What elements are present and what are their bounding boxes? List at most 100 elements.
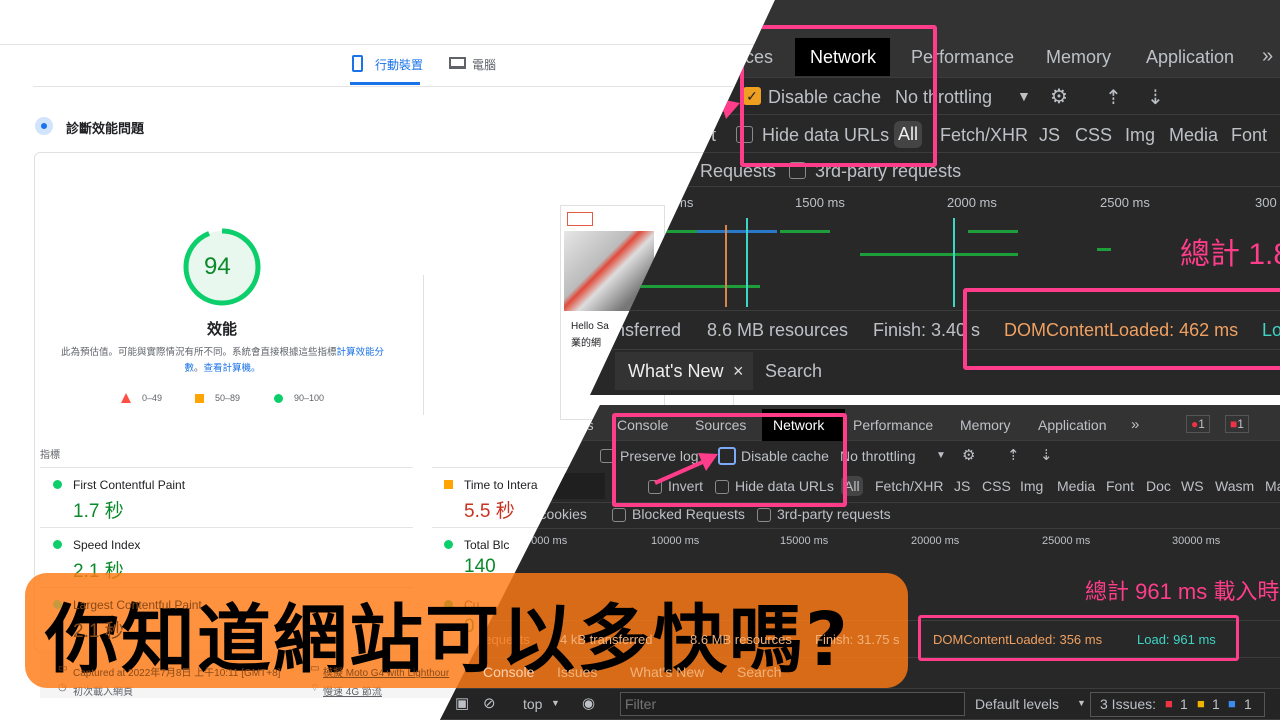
- issue-count: 1: [1237, 417, 1244, 431]
- tab-performance[interactable]: Performance: [853, 417, 933, 433]
- issues-label: 3 Issues:: [1100, 696, 1157, 712]
- metric-tti-value: 5.5 秒: [464, 501, 515, 522]
- good-icon: [444, 540, 453, 549]
- device-emulation[interactable]: 模擬 Moto G4 with Lighthour: [323, 664, 449, 679]
- filter-manifest[interactable]: Ma: [1265, 478, 1280, 494]
- status-resources: 8.6 MB resources: [707, 320, 849, 340]
- sidebar-toggle-icon[interactable]: ▣: [455, 694, 469, 712]
- eye-icon[interactable]: ◉: [582, 694, 595, 712]
- filter-js[interactable]: JS: [954, 478, 970, 494]
- network-conditions-icon[interactable]: ⚙: [962, 446, 975, 464]
- filter-img[interactable]: Img: [1125, 125, 1155, 146]
- blocked-requests-checkbox[interactable]: [612, 508, 626, 522]
- score-value: 94: [204, 253, 231, 280]
- laptop-icon: [449, 57, 466, 69]
- filter-font[interactable]: Font: [1106, 478, 1134, 494]
- active-tab-indicator: [350, 82, 420, 85]
- highlight-box: [612, 413, 847, 507]
- filter-css[interactable]: CSS: [982, 478, 1011, 494]
- log-levels-select[interactable]: Default levels: [975, 696, 1059, 712]
- pass-circle-icon: [274, 394, 283, 403]
- tab-application[interactable]: Application: [1146, 47, 1234, 68]
- filter-media[interactable]: Media: [1057, 478, 1095, 494]
- filter-css[interactable]: CSS: [1075, 125, 1112, 146]
- drawer-tab-search[interactable]: Search: [765, 361, 822, 382]
- tab-memory[interactable]: Memory: [1046, 47, 1111, 68]
- drawer-tab-console[interactable]: Console: [483, 664, 534, 680]
- drawer-tab-whats-new[interactable]: What's New: [628, 361, 723, 382]
- upload-icon[interactable]: ⇡: [1105, 85, 1122, 110]
- chevron-down-icon: ▼: [1017, 88, 1031, 104]
- metric-lcp-value: 2.1 秒: [73, 621, 124, 642]
- status-transferred: nsferred: [615, 320, 682, 340]
- metric-fcp-name: First Contentful Paint: [73, 478, 186, 492]
- filter-font[interactable]: Font: [1231, 125, 1267, 146]
- filter-doc[interactable]: Doc: [1146, 478, 1171, 494]
- drawer-tab-issues[interactable]: Issues: [557, 664, 597, 680]
- third-party-label: 3rd-party requests: [777, 506, 891, 522]
- average-square-icon: [195, 394, 204, 403]
- download-icon[interactable]: ⇣: [1147, 85, 1164, 110]
- legend-average: 50–89: [215, 393, 241, 403]
- tab-application[interactable]: Application: [1038, 417, 1107, 433]
- divider: [423, 275, 424, 415]
- calculator-link[interactable]: 查看計算機。: [204, 363, 261, 374]
- tick-label: 2000 ms: [947, 195, 997, 210]
- chevron-down-icon: ▼: [551, 698, 560, 708]
- metric-fcp-value: 1.7 秒: [73, 501, 124, 522]
- network-conditions-icon[interactable]: ⚙: [1050, 84, 1068, 109]
- phone-icon: [352, 55, 363, 72]
- third-party-checkbox[interactable]: [757, 508, 771, 522]
- error-badge[interactable]: ●1: [1186, 415, 1210, 433]
- highlight-box: [963, 288, 1280, 370]
- filter-js[interactable]: JS: [1039, 125, 1060, 146]
- metric-tti-name: Time to Intera: [464, 478, 538, 492]
- average-icon: [444, 480, 453, 489]
- drawer-tab-whats-new[interactable]: What's New: [630, 664, 704, 680]
- upload-icon[interactable]: ⇡: [1007, 446, 1020, 464]
- context-select[interactable]: top: [523, 696, 542, 712]
- error-count: 1: [1198, 417, 1205, 431]
- console-filter-input[interactable]: [620, 692, 965, 716]
- good-icon: [53, 480, 62, 489]
- drawer-tab-search[interactable]: Search: [737, 664, 781, 680]
- waterfall-bar: [1097, 248, 1111, 251]
- diagnose-icon: [35, 117, 53, 135]
- metric-tbt-name: Total Blc: [464, 538, 510, 552]
- divider: [0, 44, 780, 45]
- metric-lcp-name: Largest Contentful Paint: [73, 598, 202, 612]
- more-tabs-button[interactable]: »: [1262, 45, 1273, 68]
- info-icon: ■: [1228, 696, 1236, 711]
- throttling-select[interactable]: No throttling: [840, 448, 915, 464]
- legend-fail: 0–49: [142, 393, 163, 403]
- tab-mobile[interactable]: 行動裝置: [375, 56, 423, 73]
- waterfall-bar: [640, 285, 760, 288]
- tick-label: 2500 ms: [1100, 195, 1150, 210]
- close-icon[interactable]: ×: [733, 361, 744, 382]
- filter-media[interactable]: Media: [1169, 125, 1218, 146]
- divider: [33, 86, 733, 87]
- warning-icon: ■: [1197, 696, 1205, 711]
- warning-count: 1: [1212, 696, 1220, 712]
- good-icon: [53, 600, 62, 609]
- tick-label: 20000 ms: [911, 535, 960, 547]
- issue-badge[interactable]: ■1: [1225, 415, 1249, 433]
- filter-ws[interactable]: WS: [1181, 478, 1204, 494]
- download-icon[interactable]: ⇣: [1040, 446, 1053, 464]
- waterfall-bar: [968, 230, 1018, 233]
- tick-label: 30000 ms: [1172, 535, 1221, 547]
- pointer-arrow: [654, 453, 718, 485]
- filter-fetch-xhr[interactable]: Fetch/XHR: [940, 125, 1028, 146]
- clear-console-icon[interactable]: ⊘: [483, 694, 496, 712]
- blocked-requests-label: Blocked Requests: [632, 506, 745, 522]
- filter-img[interactable]: Img: [1020, 478, 1043, 494]
- load-marker: [953, 218, 955, 307]
- more-tabs-button[interactable]: »: [1131, 416, 1139, 433]
- filter-fetch-xhr[interactable]: Fetch/XHR: [875, 478, 943, 494]
- tab-memory[interactable]: Memory: [960, 417, 1011, 433]
- description-text: 此為預估值。可能與實際情況有所不同。系統會直接根據這些指標: [60, 347, 337, 358]
- filter-wasm[interactable]: Wasm: [1215, 478, 1254, 494]
- score-description: 此為預估值。可能與實際情況有所不同。系統會直接根據這些指標計算效能分數。查看計算…: [60, 347, 385, 374]
- tab-desktop[interactable]: 電腦: [472, 56, 496, 73]
- thumb-subtitle: 業的網: [571, 338, 601, 349]
